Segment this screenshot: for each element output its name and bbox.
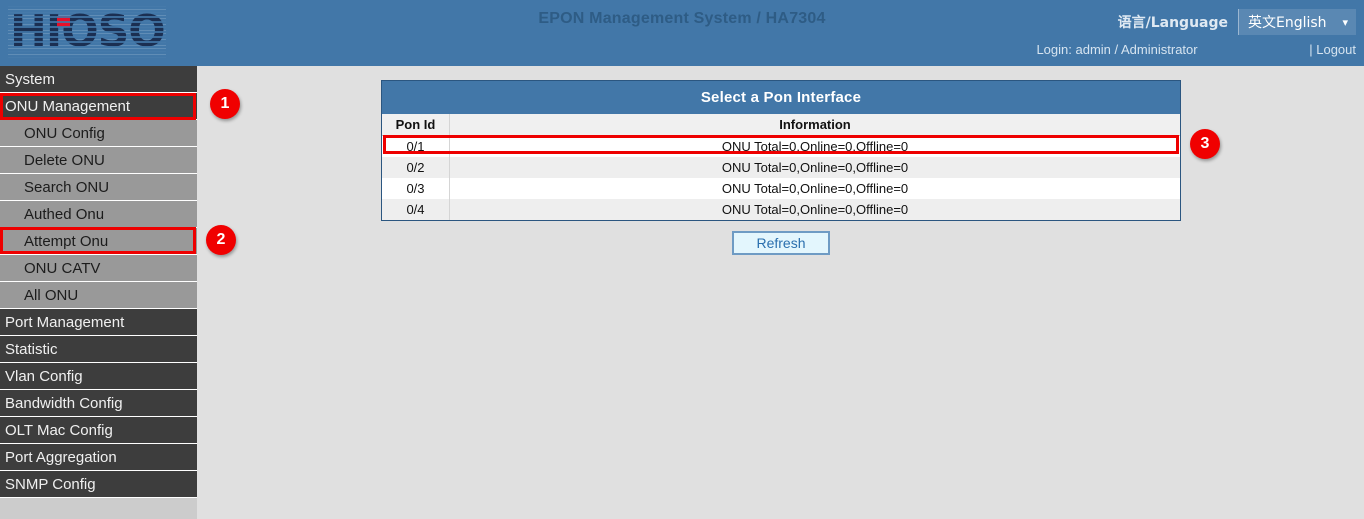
cell-pon-id[interactable]: 0/3 <box>382 178 450 199</box>
cell-information: ONU Total=0,Online=0,Offline=0 <box>450 157 1181 178</box>
sidebar-item-authed-onu[interactable]: Authed Onu <box>0 201 197 228</box>
language-selector-group: 语言/Language 英文English ▾ <box>1118 9 1356 35</box>
sidebar-item-port-management[interactable]: Port Management <box>0 309 197 336</box>
language-selected-value: 英文English <box>1248 12 1332 32</box>
hioso-logo: HIOSO <box>8 6 166 58</box>
sidebar-item-onu-config[interactable]: ONU Config <box>0 120 197 147</box>
logo-text: HIOSO <box>8 6 166 58</box>
table-header-row: Pon Id Information <box>382 114 1180 136</box>
table-body: 0/1 ONU Total=0,Online=0,Offline=0 0/2 O… <box>382 136 1180 221</box>
cell-information: ONU Total=0,Online=0,Offline=0 <box>450 199 1181 220</box>
column-header-information: Information <box>450 114 1181 136</box>
table-row[interactable]: 0/3 ONU Total=0,Online=0,Offline=0 <box>382 178 1180 199</box>
cell-information: ONU Total=0,Online=0,Offline=0 <box>450 136 1181 158</box>
annotation-badge-3: 3 <box>1190 129 1220 159</box>
annotation-badge-2: 2 <box>206 225 236 255</box>
pon-interface-panel: Select a Pon Interface Pon Id Informatio… <box>381 80 1181 221</box>
login-status-row: Login: admin / Administrator | Logout <box>0 42 1364 57</box>
main-content: Select a Pon Interface Pon Id Informatio… <box>197 66 1364 519</box>
login-user-text: Login: admin / Administrator <box>1036 42 1197 57</box>
panel-title: Select a Pon Interface <box>382 81 1180 114</box>
table-row[interactable]: 0/4 ONU Total=0,Online=0,Offline=0 <box>382 199 1180 220</box>
logout-separator: | <box>1309 42 1312 57</box>
language-select[interactable]: 英文English ▾ <box>1238 9 1356 35</box>
page-header: HIOSO EPON Management System / HA7304 语言… <box>0 0 1364 66</box>
column-header-pon-id: Pon Id <box>382 114 450 136</box>
table-header: Pon Id Information <box>382 114 1180 136</box>
sidebar-item-onu-catv[interactable]: ONU CATV <box>0 255 197 282</box>
pon-interface-table: Pon Id Information 0/1 ONU Total=0,Onlin… <box>382 114 1180 220</box>
sidebar-item-attempt-onu[interactable]: Attempt Onu <box>0 228 197 255</box>
sidebar-item-olt-mac-config[interactable]: OLT Mac Config <box>0 417 197 444</box>
annotation-badge-1: 1 <box>210 89 240 119</box>
sidebar-item-system[interactable]: System <box>0 66 197 93</box>
sidebar-nav: System ONU Management ONU Config Delete … <box>0 66 197 519</box>
cell-pon-id[interactable]: 0/1 <box>382 136 450 158</box>
chevron-down-icon: ▾ <box>1342 17 1348 28</box>
sidebar-item-all-onu[interactable]: All ONU <box>0 282 197 309</box>
logo-accent-dot-stripes <box>57 16 70 27</box>
sidebar-item-search-onu[interactable]: Search ONU <box>0 174 197 201</box>
sidebar-item-onu-management[interactable]: ONU Management <box>0 93 197 120</box>
cell-pon-id[interactable]: 0/4 <box>382 199 450 220</box>
sidebar-item-statistic[interactable]: Statistic <box>0 336 197 363</box>
language-label: 语言/Language <box>1118 12 1228 32</box>
sidebar-item-snmp-config[interactable]: SNMP Config <box>0 471 197 498</box>
cell-pon-id[interactable]: 0/2 <box>382 157 450 178</box>
cell-information: ONU Total=0,Online=0,Offline=0 <box>450 178 1181 199</box>
table-row[interactable]: 0/1 ONU Total=0,Online=0,Offline=0 <box>382 136 1180 158</box>
logout-link[interactable]: Logout <box>1316 42 1356 57</box>
sidebar-item-vlan-config[interactable]: Vlan Config <box>0 363 197 390</box>
sidebar-item-bandwidth-config[interactable]: Bandwidth Config <box>0 390 197 417</box>
refresh-button-container: Refresh <box>381 231 1181 255</box>
table-row[interactable]: 0/2 ONU Total=0,Online=0,Offline=0 <box>382 157 1180 178</box>
sidebar-item-delete-onu[interactable]: Delete ONU <box>0 147 197 174</box>
refresh-button[interactable]: Refresh <box>732 231 829 255</box>
sidebar-item-port-aggregation[interactable]: Port Aggregation <box>0 444 197 471</box>
